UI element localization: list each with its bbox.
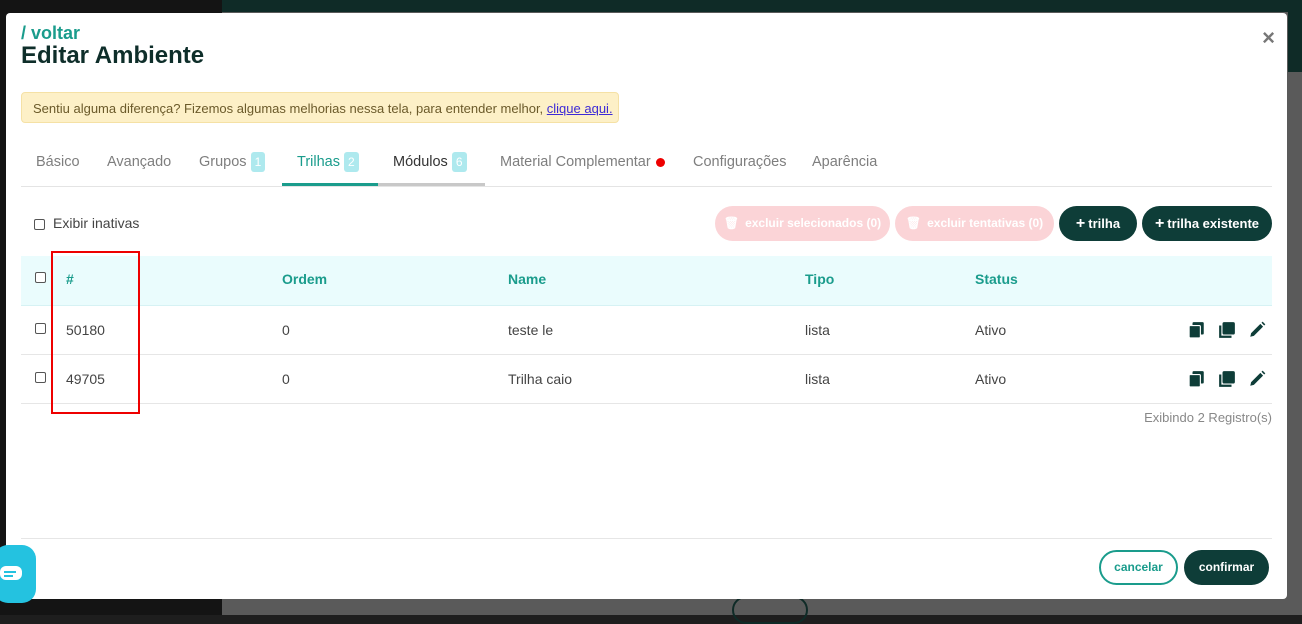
show-inactive-toggle[interactable]: Exibir inativas: [34, 215, 139, 231]
cell-name: teste le: [508, 322, 554, 338]
select-all-checkbox[interactable]: [35, 272, 46, 283]
back-link[interactable]: / voltar: [21, 23, 80, 44]
cell-tipo: lista: [805, 322, 830, 338]
page-title: Editar Ambiente: [21, 42, 205, 69]
row-checkbox[interactable]: [35, 372, 46, 383]
tab-avancado[interactable]: Avançado: [107, 145, 171, 186]
tab-label: Básico: [36, 154, 80, 170]
notification-dot: [655, 157, 665, 167]
tab-label: Módulos: [393, 154, 448, 170]
count-badge: 2: [343, 152, 359, 173]
duplicate-icon[interactable]: [1218, 370, 1236, 388]
tab-aparencia[interactable]: Aparência: [812, 145, 877, 186]
close-icon[interactable]: ×: [1262, 27, 1275, 49]
button-label: excluir tentativas (0): [927, 216, 1044, 230]
cell-name: Trilha caio: [508, 371, 573, 387]
column-header-status[interactable]: Status: [975, 256, 1018, 302]
edit-pencil-icon[interactable]: [1248, 370, 1266, 388]
tab-basico[interactable]: Básico: [36, 145, 80, 186]
tab-grupos[interactable]: Grupos 1: [199, 145, 266, 186]
trash-icon: 🗑: [723, 216, 740, 230]
table-row[interactable]: 50180 0 teste le lista Ativo: [21, 306, 1272, 355]
tab-configuracoes[interactable]: Configurações: [693, 145, 787, 186]
cell-status: Ativo: [975, 371, 1007, 387]
delete-attempts-button[interactable]: 🗑 excluir tentativas (0): [895, 206, 1054, 241]
row-checkbox[interactable]: [35, 323, 46, 334]
cell-status: Ativo: [975, 322, 1007, 338]
table-header: # Ordem Name Tipo Status: [21, 256, 1272, 306]
cell-id: 49705: [66, 371, 105, 387]
records-count: Exibindo 2 Registro(s): [1144, 410, 1272, 425]
plus-icon: +: [1154, 215, 1165, 232]
count-badge: 6: [451, 152, 467, 173]
table-row[interactable]: 49705 0 Trilha caio lista Ativo: [21, 355, 1272, 404]
checkbox-label: Exibir inativas: [53, 215, 140, 231]
tab-label: Grupos: [199, 154, 247, 170]
chat-button[interactable]: [0, 545, 36, 603]
row-actions: [1182, 370, 1272, 388]
count-badge: 1: [250, 152, 266, 173]
column-header-tipo[interactable]: Tipo: [805, 256, 834, 302]
column-header-id[interactable]: #: [66, 256, 74, 302]
tab-bar: Básico Avançado Grupos 1 Trilhas 2 Módulos…: [21, 145, 1272, 187]
copy-icon[interactable]: [1188, 321, 1206, 339]
trails-table: # Ordem Name Tipo Status 50180 0 teste l…: [21, 256, 1272, 404]
tab-label: Material Complementar: [500, 154, 651, 170]
chat-icon: [0, 566, 22, 580]
trash-icon: 🗑: [905, 216, 922, 230]
column-header-name[interactable]: Name: [508, 256, 546, 302]
button-label: trilha existente: [1167, 216, 1260, 231]
cell-tipo: lista: [805, 371, 830, 387]
backdrop-topbar: [222, 0, 1302, 12]
notice-link[interactable]: clique aqui.: [547, 101, 613, 116]
tab-label: Avançado: [107, 154, 172, 170]
add-trail-button[interactable]: + trilha: [1059, 206, 1137, 241]
edit-pencil-icon[interactable]: [1248, 321, 1266, 339]
edit-environment-modal: / voltar Editar Ambiente × Sentiu alguma…: [6, 13, 1287, 599]
tab-trilhas[interactable]: Trilhas 2: [282, 145, 378, 186]
notice-text: Sentiu alguma diferença? Fizemos algumas…: [33, 101, 547, 116]
modal-footer-divider: [21, 538, 1272, 539]
copy-icon[interactable]: [1188, 370, 1206, 388]
tab-label: Aparência: [812, 154, 878, 170]
cell-ordem: 0: [282, 371, 290, 387]
plus-icon: +: [1075, 215, 1086, 232]
duplicate-icon[interactable]: [1218, 321, 1236, 339]
info-notice: Sentiu alguma diferença? Fizemos algumas…: [21, 92, 619, 123]
tab-modulos[interactable]: Módulos 6: [378, 145, 485, 186]
tab-label: Trilhas: [297, 154, 340, 170]
column-header-ordem[interactable]: Ordem: [282, 256, 327, 302]
backdrop-edge: [1288, 12, 1302, 72]
cell-id: 50180: [66, 322, 105, 338]
tab-material-complementar[interactable]: Material Complementar: [500, 145, 665, 186]
tab-label: Configurações: [693, 154, 787, 170]
button-label: excluir selecionados (0): [745, 216, 882, 230]
backdrop-pill: [732, 596, 808, 624]
cancel-button[interactable]: cancelar: [1099, 550, 1178, 585]
cell-ordem: 0: [282, 322, 290, 338]
confirm-button[interactable]: confirmar: [1184, 550, 1269, 585]
add-existing-trail-button[interactable]: + trilha existente: [1142, 206, 1272, 241]
checkbox[interactable]: [34, 218, 45, 230]
delete-selected-button[interactable]: 🗑 excluir selecionados (0): [715, 206, 890, 241]
button-label: trilha: [1088, 216, 1121, 231]
row-actions: [1182, 321, 1272, 339]
